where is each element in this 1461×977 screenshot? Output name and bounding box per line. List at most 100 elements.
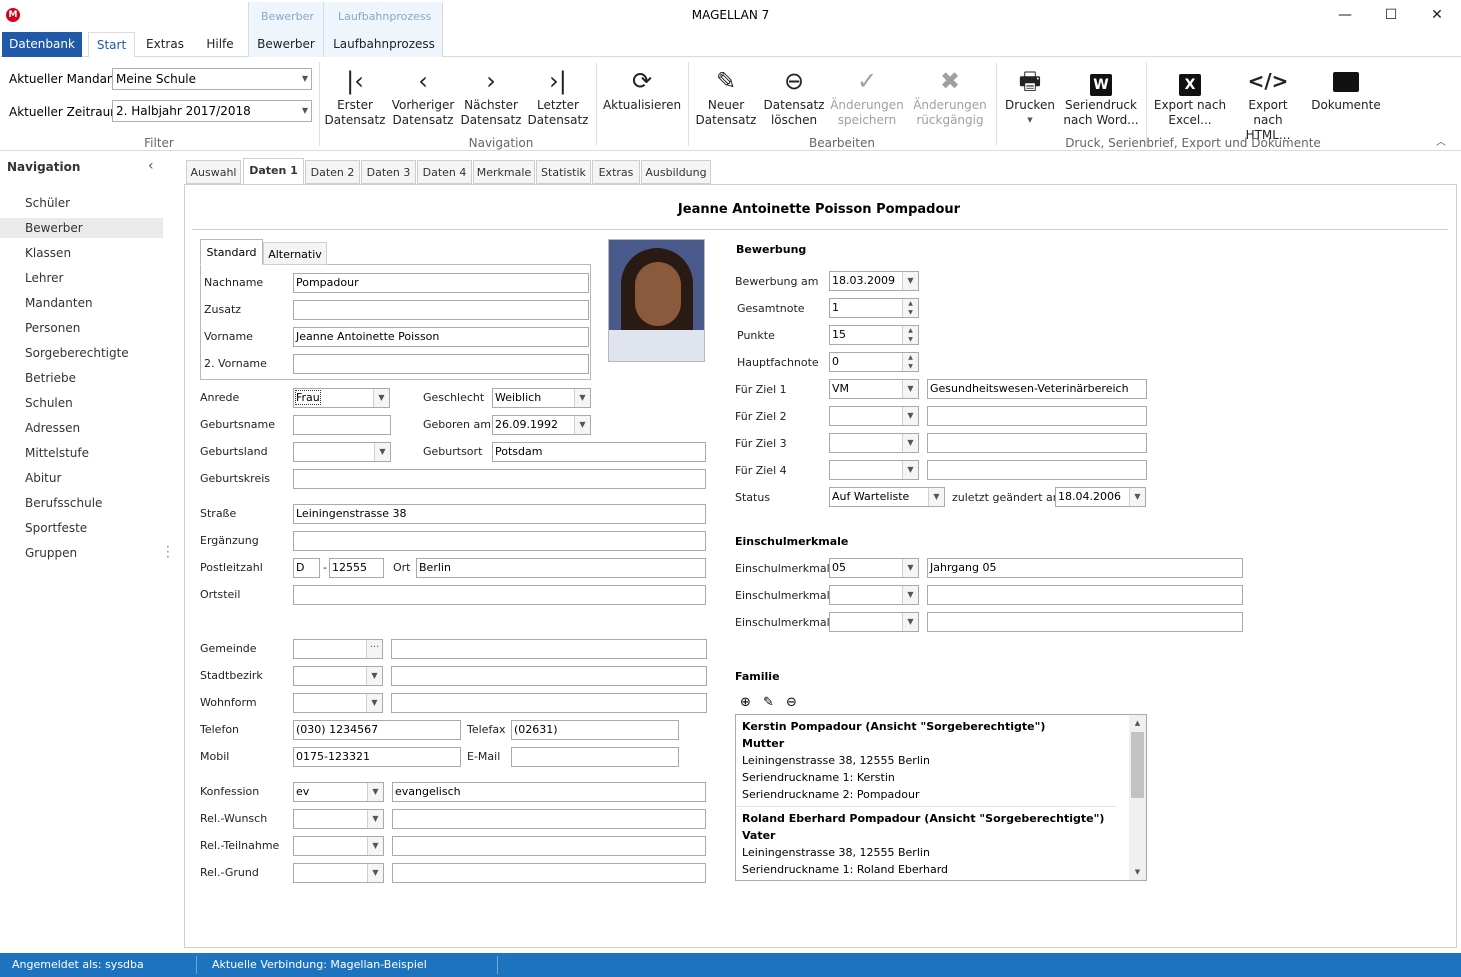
sidebar-item[interactable]: Adressen: [0, 418, 163, 438]
scrollbar-thumb[interactable]: [1131, 732, 1144, 798]
sidebar-item[interactable]: Schüler: [0, 193, 163, 213]
geboren-date-picker[interactable]: 26.09.1992 ▼: [492, 415, 591, 435]
collapse-ribbon-icon[interactable]: ︿: [1436, 133, 1446, 148]
geburtsland-select[interactable]: ▼: [293, 442, 391, 462]
ziel3-select[interactable]: ▼: [829, 433, 919, 453]
sidebar-item[interactable]: Mittelstufe: [0, 443, 163, 463]
previous-record-button[interactable]: ‹ Vorheriger Datensatz: [390, 64, 456, 128]
page-tab[interactable]: Extras: [592, 160, 640, 184]
ellipsis-button[interactable]: ···: [366, 640, 382, 658]
einschulmerkmal3-select[interactable]: ▼: [829, 612, 919, 632]
chevron-down-icon[interactable]: ▼: [1129, 864, 1146, 880]
save-changes-button[interactable]: ✓ Änderungen speichern: [830, 64, 904, 128]
minus-circle-icon[interactable]: ⊖: [786, 695, 797, 710]
vorname-field[interactable]: Jeanne Antoinette Poisson: [293, 327, 589, 347]
page-tab[interactable]: Daten 1: [243, 158, 304, 185]
land-code-field[interactable]: D: [293, 558, 320, 578]
zeitraum-select[interactable]: 2. Halbjahr 2017/2018 ▼: [112, 100, 312, 122]
relteilnahme-text-field[interactable]: [392, 836, 706, 856]
sidebar-item[interactable]: Lehrer: [0, 268, 163, 288]
add-circle-icon[interactable]: ⊕: [740, 695, 751, 710]
tab-standard[interactable]: Standard: [200, 239, 263, 265]
chevron-down-icon[interactable]: ▼: [366, 667, 382, 685]
chevron-down-icon[interactable]: ▼: [902, 272, 918, 290]
last-record-button[interactable]: ›| Letzter Datensatz: [526, 64, 590, 128]
spin-arrows-icon[interactable]: ▲ ▼: [902, 353, 918, 371]
sidebar-item[interactable]: Sorgeberechtigte: [0, 343, 163, 363]
chevron-down-icon[interactable]: ▼: [902, 380, 918, 398]
close-button[interactable]: ✕: [1414, 0, 1460, 30]
chevron-down-icon[interactable]: ▼: [367, 783, 383, 801]
einschulmerkmal2-text-field[interactable]: [927, 585, 1243, 605]
chevron-down-icon[interactable]: ▼: [574, 389, 590, 407]
hauptfachnote-stepper[interactable]: 0 ▲ ▼: [829, 352, 919, 372]
telefon-field[interactable]: (030) 1234567: [293, 720, 461, 740]
einschulmerkmal1-text-field[interactable]: Jahrgang 05: [927, 558, 1243, 578]
chevron-up-icon[interactable]: ▲: [1129, 715, 1146, 731]
chevron-down-icon[interactable]: ▼: [366, 694, 382, 712]
konfession-text-field[interactable]: evangelisch: [392, 782, 706, 802]
export-excel-button[interactable]: X Export nach Excel...: [1152, 64, 1228, 128]
spin-arrows-icon[interactable]: ▲ ▼: [902, 299, 918, 317]
sidebar-item[interactable]: Mandanten: [0, 293, 163, 313]
sidebar-item[interactable]: Bewerber: [0, 218, 163, 238]
more-options-icon[interactable]: · · ·: [166, 541, 170, 563]
chevron-down-icon[interactable]: ▼: [574, 416, 590, 434]
wohnform-name-field[interactable]: [391, 693, 707, 713]
maximize-button[interactable]: ☐: [1368, 0, 1414, 30]
vorname2-field[interactable]: [293, 354, 589, 374]
page-tab[interactable]: Merkmale: [473, 160, 535, 184]
tab-datenbank[interactable]: Datenbank: [2, 32, 82, 57]
status-select[interactable]: Auf Warteliste ▼: [829, 487, 945, 507]
ziel4-text-field[interactable]: [927, 460, 1147, 480]
tab-bewerber[interactable]: Bewerber: [254, 32, 318, 57]
email-field[interactable]: [511, 747, 679, 767]
relgrund-select[interactable]: ▼: [293, 863, 384, 883]
bewerbung-date-picker[interactable]: 18.03.2009 ▼: [829, 271, 919, 291]
sidebar-item[interactable]: Personen: [0, 318, 163, 338]
chevron-down-icon[interactable]: ▼: [902, 613, 918, 631]
page-tab[interactable]: Daten 4: [417, 160, 472, 184]
tab-laufbahnprozess[interactable]: Laufbahnprozess: [332, 32, 436, 57]
sidebar-item[interactable]: Klassen: [0, 243, 163, 263]
chevron-down-icon[interactable]: ▼: [928, 488, 944, 506]
ziel3-text-field[interactable]: [927, 433, 1147, 453]
sidebar-item[interactable]: Abitur: [0, 468, 163, 488]
sidebar-item[interactable]: Berufsschule: [0, 493, 163, 513]
geschlecht-select[interactable]: Weiblich ▼: [492, 388, 591, 408]
tab-alternativ[interactable]: Alternativ: [263, 242, 327, 265]
page-tab[interactable]: Daten 3: [361, 160, 416, 184]
undo-changes-button[interactable]: ✖ Änderungen rückgängig: [910, 64, 990, 128]
mobil-field[interactable]: 0175-123321: [293, 747, 461, 767]
sidebar-item[interactable]: Schulen: [0, 393, 163, 413]
relwunsch-select[interactable]: ▼: [293, 809, 384, 829]
ziel1-select[interactable]: VM ▼: [829, 379, 919, 399]
ziel4-select[interactable]: ▼: [829, 460, 919, 480]
sidebar-item[interactable]: Betriebe: [0, 368, 163, 388]
chevron-down-icon[interactable]: ▼: [374, 443, 390, 461]
sidebar-item[interactable]: Gruppen: [0, 543, 163, 563]
zusatz-field[interactable]: [293, 300, 589, 320]
gemeinde-picker[interactable]: ···: [293, 639, 383, 659]
wohnform-select[interactable]: ▼: [293, 693, 383, 713]
print-button[interactable]: 🖶 Drucken ▼: [1002, 64, 1058, 128]
sidebar-item[interactable]: Sportfeste: [0, 518, 163, 538]
punkte-stepper[interactable]: 15 ▲ ▼: [829, 325, 919, 345]
minimize-button[interactable]: —: [1322, 0, 1368, 30]
first-record-button[interactable]: |‹ Erster Datensatz: [324, 64, 386, 128]
page-tab[interactable]: Ausbildung: [641, 160, 711, 184]
ziel2-select[interactable]: ▼: [829, 406, 919, 426]
strasse-field[interactable]: Leiningenstrasse 38: [293, 504, 706, 524]
documents-button[interactable]: Dokumente: [1308, 64, 1384, 113]
ortsteil-field[interactable]: [293, 585, 706, 605]
refresh-button[interactable]: ⟳ Aktualisieren: [602, 64, 682, 113]
einschulmerkmal2-select[interactable]: ▼: [829, 585, 919, 605]
list-item[interactable]: Kerstin Pompadour (Ansicht "Sorgeberecht…: [736, 715, 1116, 807]
einschulmerkmal1-select[interactable]: 05 ▼: [829, 558, 919, 578]
collapse-nav-icon[interactable]: ‹: [148, 158, 154, 174]
serial-print-word-button[interactable]: W Seriendruck nach Word...: [1062, 64, 1140, 128]
chevron-down-icon[interactable]: ▼: [902, 461, 918, 479]
delete-record-button[interactable]: ⊖ Datensatz löschen: [762, 64, 826, 128]
chevron-down-icon[interactable]: ▼: [367, 864, 383, 882]
chevron-down-icon[interactable]: ▼: [902, 559, 918, 577]
